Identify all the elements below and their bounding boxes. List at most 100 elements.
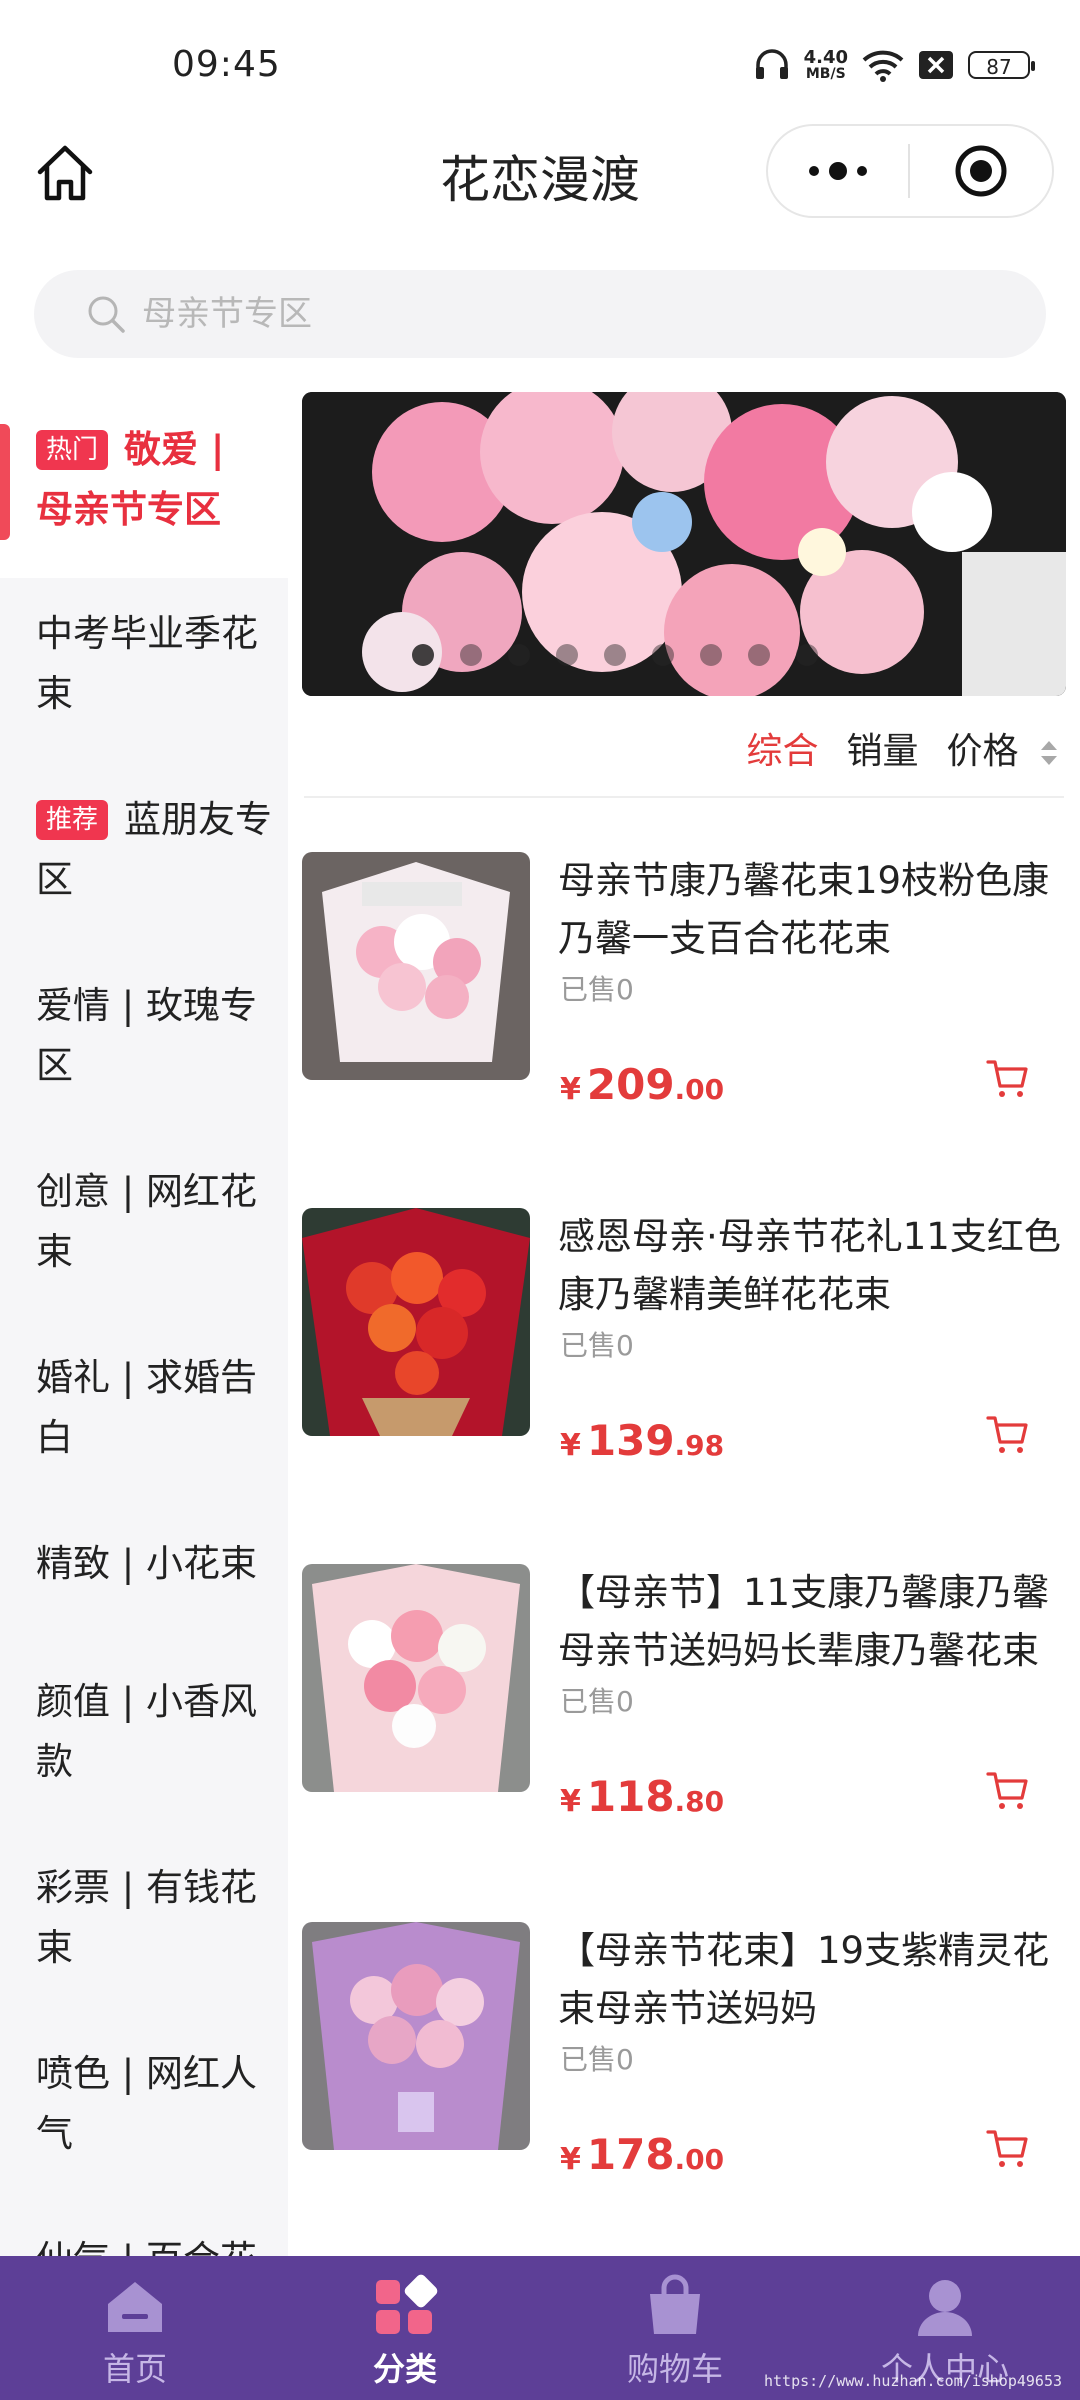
product-name: 【母亲节】11支康乃馨康乃馨母亲节送妈妈长辈康乃馨花束 xyxy=(558,1571,1050,1672)
sidebar-item-label: 喷色 | 网红人气 xyxy=(36,2052,257,2155)
status-time: 09:45 xyxy=(172,44,281,85)
category-tab-icon xyxy=(376,2274,438,2334)
product-image xyxy=(302,1208,530,1436)
product-price: ¥178.00 xyxy=(560,2130,724,2179)
target-icon xyxy=(955,145,1007,197)
sidebar-item-fragrance[interactable]: 颜值 | 小香风款 xyxy=(0,1672,288,1792)
product-card[interactable]: 【母亲节】11支康乃馨康乃馨母亲节送妈妈长辈康乃馨花束 已售0 ¥118.80 xyxy=(302,1564,1072,1864)
watermark: https://www.huzhan.com/ishop49653 xyxy=(763,2372,1062,2390)
sidebar-item-sprayed[interactable]: 喷色 | 网红人气 xyxy=(0,2044,288,2164)
price-integer: 139 xyxy=(586,1416,675,1465)
net-speed-value: 4.40 xyxy=(803,47,848,68)
currency-symbol: ¥ xyxy=(560,1784,581,1819)
hot-tag: 热门 xyxy=(36,430,109,470)
sort-bar: 综合 销量 价格 xyxy=(747,722,1059,774)
sidebar-item-label: 创意 | 网红花束 xyxy=(36,1170,257,1273)
sort-comprehensive[interactable]: 综合 xyxy=(747,722,819,774)
status-icons: 4.40 MB/S 87 xyxy=(754,47,1035,82)
currency-symbol: ¥ xyxy=(560,2142,581,2177)
category-sidebar: 热门 敬爱 | 母亲节专区 中考毕业季花束 推荐 蓝朋友专区 爱情 | 玫瑰专区 创… xyxy=(0,392,288,2260)
banner-pagination xyxy=(412,644,818,666)
home-tab-icon xyxy=(108,2282,162,2332)
sidebar-item-small-bouquet[interactable]: 精致 | 小花束 xyxy=(0,1534,288,1594)
pagination-dot[interactable] xyxy=(796,644,818,666)
price-decimal: .00 xyxy=(674,1073,725,1106)
shopping-bag-icon xyxy=(650,2274,700,2334)
price-decimal: .80 xyxy=(674,1785,725,1818)
add-to-cart-icon[interactable] xyxy=(986,1768,1030,1812)
product-price: ¥139.98 xyxy=(560,1416,724,1465)
price-integer: 209 xyxy=(586,1060,675,1109)
more-menu-button[interactable] xyxy=(768,162,908,180)
add-to-cart-icon[interactable] xyxy=(986,1412,1030,1456)
recommend-tag: 推荐 xyxy=(36,800,109,840)
product-sold: 已售0 xyxy=(560,2043,634,2076)
divider xyxy=(304,796,1064,798)
wifi-icon xyxy=(862,50,904,82)
product-name: 感恩母亲·母亲节花礼11支红色康乃馨精美鲜花花束 xyxy=(558,1215,1061,1316)
pagination-dot[interactable] xyxy=(748,644,770,666)
close-mini-program-button[interactable] xyxy=(910,143,1052,199)
promo-banner[interactable] xyxy=(302,392,1066,696)
battery-indicator: 87 xyxy=(968,51,1035,79)
sort-caret-icon xyxy=(1041,741,1057,765)
sidebar-item-graduation[interactable]: 中考毕业季花束 xyxy=(0,604,288,724)
pagination-dot[interactable] xyxy=(652,644,674,666)
dot-icon xyxy=(809,166,819,176)
mini-program-capsule xyxy=(766,124,1054,218)
dot-icon xyxy=(829,162,847,180)
sidebar-item-creative[interactable]: 创意 | 网红花束 xyxy=(0,1162,288,1282)
dot-icon xyxy=(857,166,867,176)
currency-symbol: ¥ xyxy=(560,1072,581,1107)
tab-category-label: 分类 xyxy=(372,2350,437,2388)
add-to-cart-icon[interactable] xyxy=(986,1056,1030,1100)
price-decimal: .98 xyxy=(674,1429,725,1462)
sidebar-item-wedding[interactable]: 婚礼 | 求婚告白 xyxy=(0,1348,288,1468)
product-sold: 已售0 xyxy=(560,973,634,1006)
pagination-dot[interactable] xyxy=(604,644,626,666)
net-speed-unit: MB/S xyxy=(805,66,846,82)
product-sold: 已售0 xyxy=(560,1329,634,1362)
pagination-dot[interactable] xyxy=(700,644,722,666)
tab-cart-label: 购物车 xyxy=(626,2350,723,2388)
product-card[interactable]: 母亲节康乃馨花束19枝粉色康乃馨一支百合花花束 已售0 ¥209.00 xyxy=(302,852,1072,1152)
sidebar-item-label: 颜值 | 小香风款 xyxy=(36,1680,257,1783)
search-bar[interactable] xyxy=(34,270,1046,358)
sidebar-item-love-roses[interactable]: 爱情 | 玫瑰专区 xyxy=(0,976,288,1096)
price-integer: 178 xyxy=(586,2130,675,2179)
product-name: 母亲节康乃馨花束19枝粉色康乃馨一支百合花花束 xyxy=(558,859,1050,960)
sim-off-icon xyxy=(919,51,953,79)
network-speed: 4.40 MB/S xyxy=(803,47,848,82)
price-decimal: .00 xyxy=(674,2143,725,2176)
sidebar-item-label: 彩票 | 有钱花束 xyxy=(36,1866,257,1969)
product-card[interactable]: 感恩母亲·母亲节花礼11支红色康乃馨精美鲜花花束 已售0 ¥139.98 xyxy=(302,1208,1072,1508)
add-to-cart-icon[interactable] xyxy=(986,2126,1030,2170)
pagination-dot[interactable] xyxy=(556,644,578,666)
currency-symbol: ¥ xyxy=(560,1428,581,1463)
price-integer: 118 xyxy=(586,1772,675,1821)
sidebar-item-label: 爱情 | 玫瑰专区 xyxy=(36,984,257,1087)
search-input[interactable] xyxy=(140,293,944,335)
sort-price[interactable]: 价格 xyxy=(947,722,1058,774)
sort-sales[interactable]: 销量 xyxy=(847,722,919,774)
search-icon xyxy=(88,296,125,333)
pagination-dot[interactable] xyxy=(460,644,482,666)
product-image xyxy=(302,1564,530,1792)
product-image xyxy=(302,852,530,1080)
product-card[interactable]: 【母亲节花束】19支紫精灵花束母亲节送妈妈 已售0 ¥178.00 xyxy=(302,1922,1072,2222)
product-price: ¥118.80 xyxy=(560,1772,724,1821)
sort-price-label: 价格 xyxy=(946,731,1019,772)
pagination-dot[interactable] xyxy=(508,644,530,666)
user-icon xyxy=(918,2280,972,2336)
pagination-dot[interactable] xyxy=(412,644,434,666)
tab-home[interactable]: 首页 xyxy=(0,2256,270,2400)
product-name: 【母亲节花束】19支紫精灵花束母亲节送妈妈 xyxy=(558,1929,1050,2030)
sidebar-item-label: 中考毕业季花束 xyxy=(36,612,258,715)
product-image xyxy=(302,1922,530,2150)
product-price: ¥209.00 xyxy=(560,1060,724,1109)
tab-category[interactable]: 分类 xyxy=(270,2256,540,2400)
sidebar-item-blue-friend[interactable]: 推荐 蓝朋友专区 xyxy=(0,790,288,910)
headphones-icon xyxy=(755,49,788,79)
sidebar-item-money[interactable]: 彩票 | 有钱花束 xyxy=(0,1858,288,1978)
sidebar-item-mothers-day[interactable]: 热门 敬爱 | 母亲节专区 xyxy=(0,392,288,578)
